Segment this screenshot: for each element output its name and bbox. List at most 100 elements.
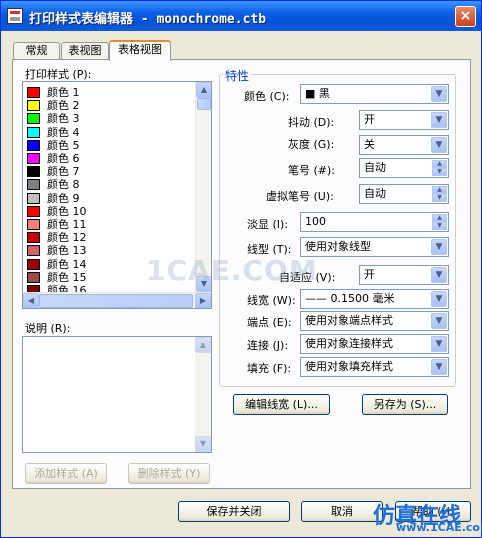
list-item[interactable]: 颜色 9: [27, 192, 192, 205]
cancel-button[interactable]: 取消: [301, 501, 383, 522]
chevron-down-icon[interactable]: ▼: [431, 336, 447, 352]
chevron-down-icon[interactable]: ▼: [431, 313, 447, 329]
chevron-down-icon[interactable]: ▼: [431, 86, 447, 102]
scroll-left-button[interactable]: ◀: [23, 293, 39, 308]
fill-combo[interactable]: 使用对象填充样式 ▼: [300, 357, 449, 377]
description-label: 说明 (R):: [25, 322, 71, 335]
joinstyle-combo[interactable]: 使用对象连接样式 ▼: [300, 334, 449, 354]
title-bar[interactable]: 打印样式表编辑器 - monochrome.ctb ×: [1, 1, 481, 31]
tab-general[interactable]: 常规: [13, 42, 60, 60]
virtual-pen-spinner[interactable]: 自动 ▲ ▼: [359, 184, 449, 204]
virtual-pen-label: 虚拟笔号 (U):: [266, 190, 334, 203]
color-swatch: [27, 100, 40, 112]
chevron-down-icon[interactable]: ▼: [431, 359, 447, 375]
list-item[interactable]: 颜色 2: [27, 99, 192, 112]
description-scrollbar[interactable]: ▲ ▼: [195, 337, 211, 452]
tab-form-view[interactable]: 表格视图: [109, 40, 171, 61]
color-swatch: [27, 219, 40, 230]
list-horizontal-scrollbar[interactable]: ◀ ▶: [23, 292, 211, 308]
desc-scroll-down-button[interactable]: ▼: [195, 436, 211, 452]
lineweight-label: 线宽 (W):: [247, 294, 296, 307]
spin-up-icon[interactable]: ▲: [432, 160, 447, 168]
spin-up-icon[interactable]: ▲: [432, 186, 447, 194]
spin-down-icon[interactable]: ▼: [432, 222, 447, 230]
save-as-button[interactable]: 另存为 (S)...: [362, 394, 448, 415]
list-item-label: 颜色 12: [47, 231, 87, 245]
endstyle-value: 使用对象端点样式: [305, 314, 393, 327]
dither-combo[interactable]: 开 ▼: [359, 110, 449, 130]
screening-value: 100: [305, 215, 326, 228]
color-label: 颜色 (C):: [244, 90, 290, 103]
dialog-window: 打印样式表编辑器 - monochrome.ctb × 常规 表视图 表格视图 …: [0, 0, 482, 538]
edit-lineweights-button[interactable]: 编辑线宽 (L)...: [233, 394, 330, 415]
endstyle-combo[interactable]: 使用对象端点样式 ▼: [300, 311, 449, 331]
endstyle-label: 端点 (E):: [247, 316, 292, 329]
add-style-button[interactable]: 添加样式 (A): [25, 463, 107, 484]
list-item-label: 颜色 13: [47, 244, 87, 258]
pen-label: 笔号 (#):: [288, 164, 336, 177]
list-item[interactable]: 颜色 1: [27, 86, 192, 99]
screening-spin-buttons[interactable]: ▲ ▼: [432, 214, 447, 230]
color-swatch: [27, 258, 40, 270]
list-item-label: 颜色 7: [47, 165, 80, 179]
color-swatch: [27, 166, 40, 178]
tab-table-view[interactable]: 表视图: [61, 42, 109, 60]
pen-spin-buttons[interactable]: ▲ ▼: [432, 160, 447, 176]
color-swatch: [27, 192, 40, 204]
color-swatch: [27, 179, 40, 191]
list-item[interactable]: 颜色 6: [27, 152, 192, 165]
color-swatch: [27, 245, 40, 257]
list-item[interactable]: 颜色 5: [27, 139, 192, 152]
spin-up-icon[interactable]: ▲: [432, 214, 447, 222]
chevron-down-icon[interactable]: ▼: [431, 291, 447, 307]
horizontal-scroll-thumb[interactable]: [39, 294, 193, 308]
vertical-scroll-thumb[interactable]: [197, 98, 211, 110]
desc-scroll-up-button[interactable]: ▲: [195, 337, 211, 353]
chevron-down-icon[interactable]: ▼: [431, 267, 447, 283]
list-item-label: 颜色 9: [47, 191, 80, 205]
color-value: ■ 黑: [305, 87, 330, 100]
virtual-pen-value: 自动: [364, 187, 386, 200]
chevron-down-icon[interactable]: ▼: [431, 239, 447, 255]
virtual-pen-spin-buttons[interactable]: ▲ ▼: [432, 186, 447, 202]
list-item[interactable]: 颜色 11: [27, 218, 192, 231]
list-item-label: 颜色 11: [47, 218, 87, 231]
spin-down-icon[interactable]: ▼: [432, 168, 447, 176]
scroll-right-button[interactable]: ▶: [195, 293, 211, 308]
chevron-down-icon[interactable]: ▼: [431, 137, 447, 153]
list-item-label: 颜色 8: [47, 178, 80, 192]
list-item[interactable]: 颜色 10: [27, 205, 192, 218]
color-swatch: [27, 126, 40, 138]
close-button[interactable]: ×: [455, 6, 476, 27]
dither-value: 开: [364, 113, 375, 126]
list-item-label: 颜色 15: [47, 270, 87, 284]
app-icon: [7, 8, 23, 24]
adaptive-combo[interactable]: 开 ▼: [359, 265, 449, 285]
chevron-down-icon[interactable]: ▼: [431, 112, 447, 128]
color-swatch: [27, 113, 40, 125]
list-item[interactable]: 颜色 4: [27, 126, 192, 139]
color-swatch: [27, 232, 40, 244]
list-item[interactable]: 颜色 7: [27, 165, 192, 178]
pen-value: 自动: [364, 161, 386, 174]
screening-spinner[interactable]: 100 ▲ ▼: [300, 212, 449, 232]
properties-group-title: 特性: [223, 67, 252, 84]
save-and-close-button[interactable]: 保存并关闭: [178, 501, 290, 522]
grayscale-combo[interactable]: 关 ▼: [359, 135, 449, 155]
linetype-combo[interactable]: 使用对象线型 ▼: [300, 237, 449, 257]
pen-number-spinner[interactable]: 自动 ▲ ▼: [359, 158, 449, 178]
scroll-up-button[interactable]: ▲: [196, 82, 211, 98]
list-item[interactable]: 颜色 3: [27, 112, 192, 125]
spin-down-icon[interactable]: ▼: [432, 194, 447, 202]
list-item-label: 颜色 3: [47, 112, 80, 126]
delete-style-button[interactable]: 删除样式 (Y): [128, 463, 210, 484]
list-item-label: 颜色 1: [47, 86, 80, 99]
lineweight-combo[interactable]: —— 0.1500 毫米 ▼: [300, 289, 449, 309]
list-item[interactable]: 颜色 8: [27, 178, 192, 191]
watermark-text: 1CAE.COM: [146, 254, 318, 287]
description-field[interactable]: ▲ ▼: [22, 336, 212, 453]
color-combo[interactable]: ■ 黑 ▼: [300, 84, 449, 104]
joinstyle-label: 连接 (J):: [247, 339, 289, 352]
list-item[interactable]: 颜色 12: [27, 231, 192, 244]
list-item-label: 颜色 5: [47, 138, 80, 152]
